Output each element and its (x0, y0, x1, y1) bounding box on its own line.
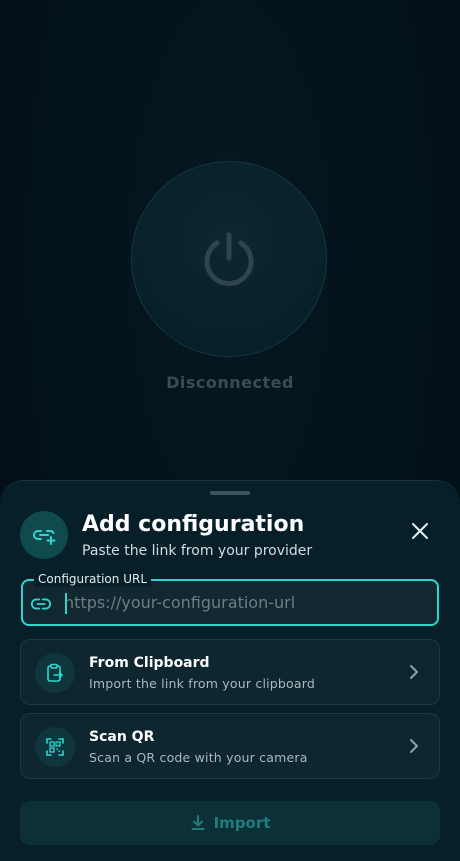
link-icon (30, 598, 52, 610)
configuration-url-input[interactable] (64, 581, 424, 624)
connection-status: Disconnected (166, 373, 294, 392)
sheet-subtitle: Paste the link from your provider (82, 543, 313, 559)
option-title: From Clipboard (89, 655, 210, 671)
add-configuration-sheet: Add configuration Paste the link from yo… (0, 480, 460, 861)
configuration-url-field[interactable]: Configuration URL (21, 571, 439, 626)
power-button[interactable] (131, 161, 327, 357)
clipboard-icon (35, 653, 75, 693)
chevron-right-icon (410, 739, 418, 753)
import-button[interactable]: Import (20, 801, 440, 845)
link-add-icon (20, 511, 68, 559)
close-button[interactable] (402, 513, 438, 549)
scan-qr-option[interactable]: Scan QR Scan a QR code with your camera (20, 713, 440, 779)
import-button-label: Import (213, 814, 271, 832)
qr-scan-icon (35, 727, 75, 767)
drag-handle[interactable] (210, 491, 250, 495)
from-clipboard-option[interactable]: From Clipboard Import the link from your… (20, 639, 440, 705)
option-description: Scan a QR code with your camera (89, 750, 308, 765)
text-caret (65, 593, 67, 614)
option-title: Scan QR (89, 729, 155, 745)
option-description: Import the link from your clipboard (89, 676, 316, 691)
chevron-right-icon (410, 665, 418, 679)
download-icon (191, 815, 205, 830)
close-icon (412, 523, 428, 539)
power-icon (204, 232, 254, 286)
sheet-title: Add configuration (82, 512, 305, 537)
